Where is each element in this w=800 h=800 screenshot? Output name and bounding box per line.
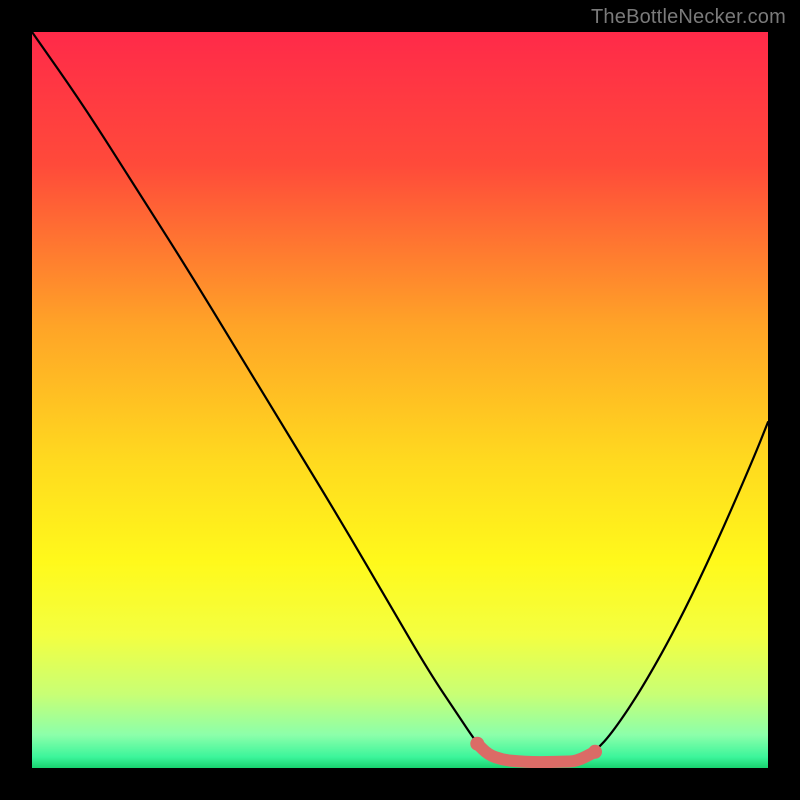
chart-frame: TheBottleNecker.com <box>0 0 800 800</box>
gradient-background <box>32 32 768 768</box>
valley-marker-endpoint <box>588 745 602 759</box>
plot-area <box>32 32 768 768</box>
valley-marker-endpoint <box>470 737 484 751</box>
watermark-text: TheBottleNecker.com <box>591 6 786 29</box>
bottleneck-chart <box>32 32 768 768</box>
